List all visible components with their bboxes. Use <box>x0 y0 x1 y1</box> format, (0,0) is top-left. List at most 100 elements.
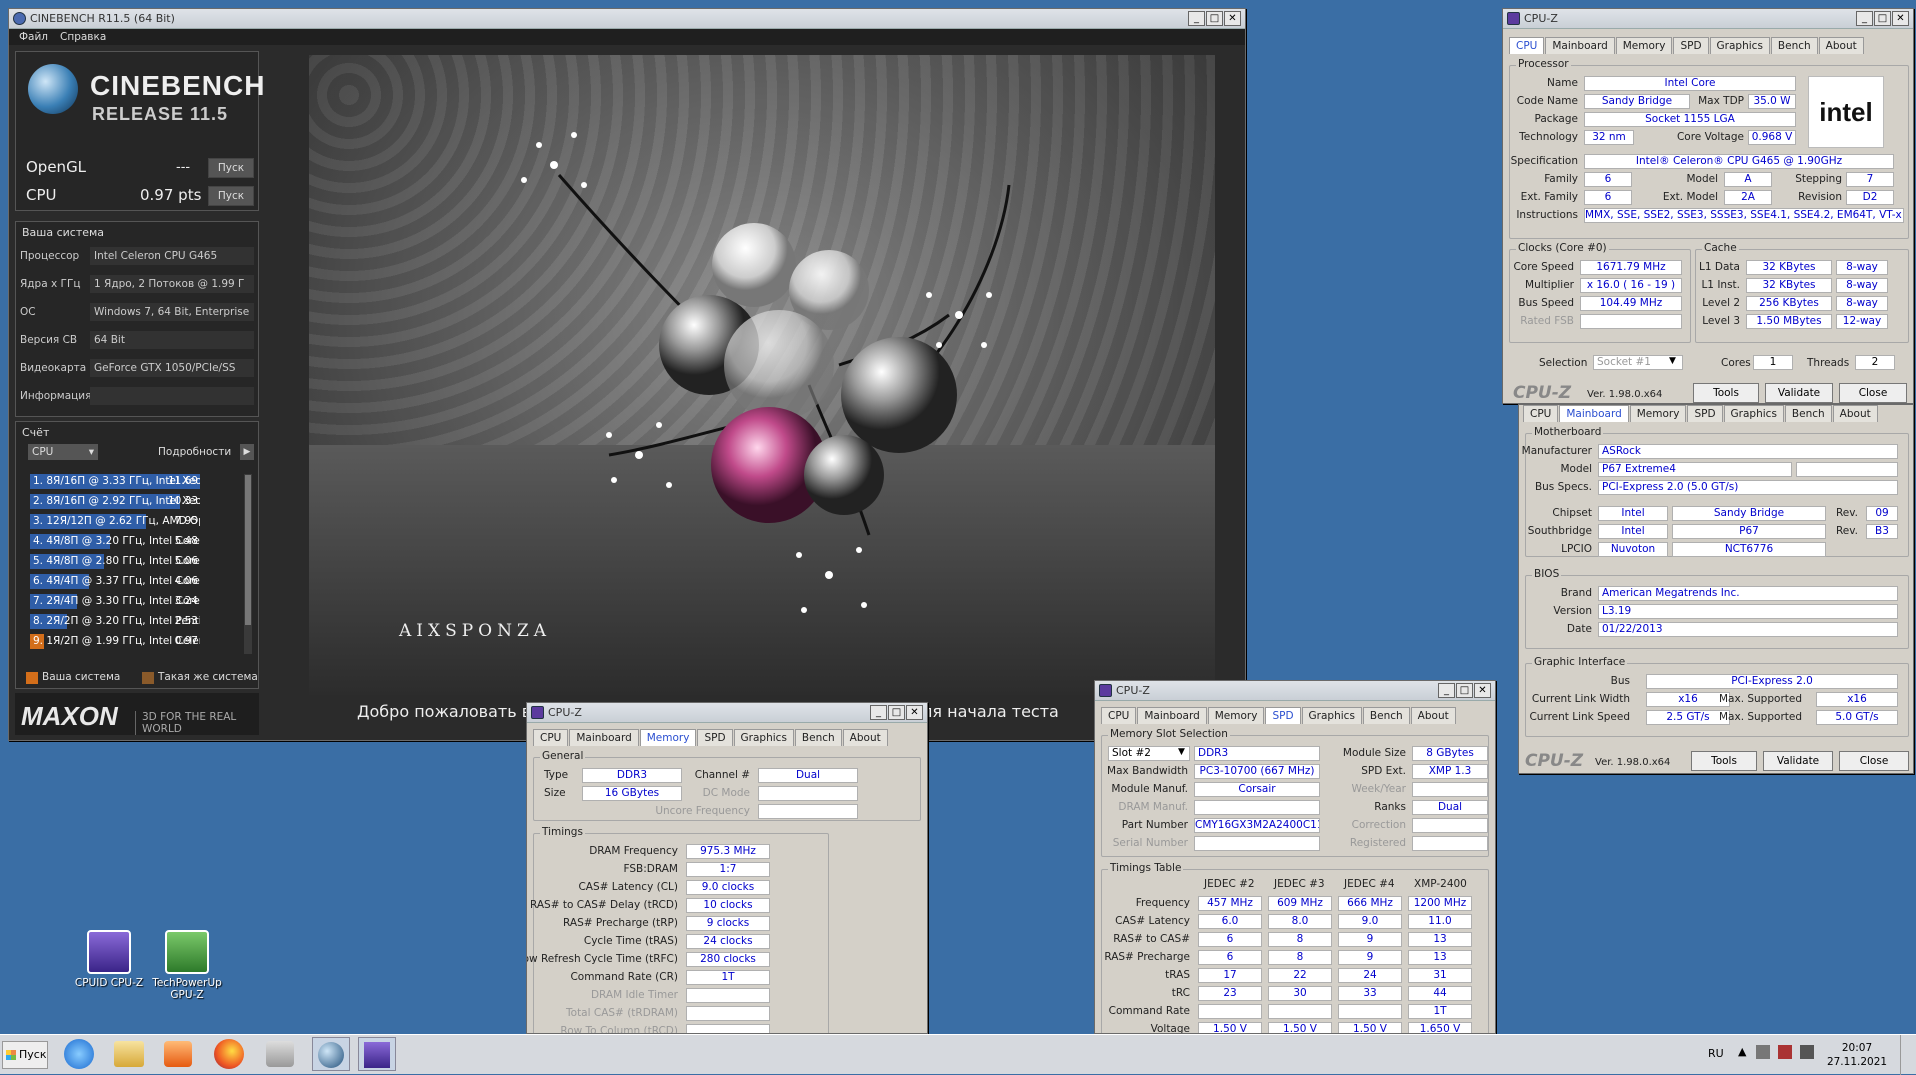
score-type-select[interactable]: CPU ▾ <box>28 444 98 460</box>
cinebench-titlebar[interactable]: CINEBENCH R11.5 (64 Bit) _ □ ✕ <box>9 9 1245 29</box>
firefox-icon[interactable] <box>214 1039 244 1069</box>
tab-graphics[interactable]: Graphics <box>1301 707 1362 724</box>
tab-memory[interactable]: Memory <box>639 729 697 746</box>
tab-about[interactable]: About <box>1832 405 1878 422</box>
dcmode-value <box>758 786 858 801</box>
clock[interactable]: 20:07 27.11.2021 <box>1822 1041 1892 1069</box>
cpuz-titlebar[interactable]: CPU-Z _ □ ✕ <box>1095 681 1495 701</box>
ranking-row[interactable]: 6. 4Я/4П @ 3.37 ГГц, Intel Core 2 4.06 <box>30 574 200 589</box>
tab-mainboard[interactable]: Mainboard <box>569 729 639 746</box>
validate-button[interactable]: Validate <box>1763 751 1833 771</box>
cpuz-version: Ver. 1.98.0.x64 <box>1587 389 1663 400</box>
tab-cpu[interactable]: CPU <box>533 729 569 746</box>
tab-spd[interactable]: SPD <box>1265 707 1301 724</box>
tab-cpu[interactable]: CPU <box>1523 405 1559 422</box>
tab-spd[interactable]: SPD <box>697 729 733 746</box>
cpu-run-button[interactable]: Пуск <box>208 186 254 206</box>
graphic-interface-title: Graphic Interface <box>1532 656 1628 668</box>
minimize-button[interactable]: _ <box>870 705 887 720</box>
start-button[interactable]: Пуск <box>2 1041 48 1069</box>
scissors-icon[interactable] <box>266 1041 294 1067</box>
tab-spd[interactable]: SPD <box>1687 405 1723 422</box>
close-button[interactable]: ✕ <box>906 705 923 720</box>
name-value: Intel Core <box>1584 76 1796 91</box>
tab-bench[interactable]: Bench <box>794 729 842 746</box>
timings-cell: 8 <box>1268 950 1332 965</box>
close-button[interactable]: ✕ <box>1224 11 1241 26</box>
minimize-button[interactable]: _ <box>1856 11 1873 26</box>
cpuz-taskbar-icon[interactable] <box>358 1037 396 1071</box>
tray-network-icon[interactable] <box>1756 1045 1770 1059</box>
cpuz-logo: CPU-Z <box>1513 383 1572 403</box>
tab-about[interactable]: About <box>1410 707 1456 724</box>
ie-icon[interactable] <box>64 1039 94 1069</box>
details-toggle-button[interactable]: ▶ <box>240 444 254 460</box>
maximize-button[interactable]: □ <box>1874 11 1891 26</box>
cpuz-titlebar[interactable]: CPU-Z _ □ ✕ <box>527 703 927 723</box>
chipset-rev: 09 <box>1866 506 1898 521</box>
tray-action-center-icon[interactable] <box>1778 1045 1792 1059</box>
show-desktop-button[interactable] <box>1900 1035 1914 1075</box>
timing-value: 9.0 clocks <box>686 880 770 895</box>
validate-button[interactable]: Validate <box>1765 383 1833 403</box>
tab-graphics[interactable]: Graphics <box>733 729 794 746</box>
l3-label: Level 3 <box>1702 315 1740 327</box>
ranking-row[interactable]: 8. 2Я/2П @ 3.20 ГГц, Intel Penti 2.53 <box>30 614 200 629</box>
close-button[interactable]: ✕ <box>1474 683 1491 698</box>
legend-own-swatch <box>26 672 38 684</box>
tab-graphics[interactable]: Graphics <box>1723 405 1784 422</box>
tab-about[interactable]: About <box>842 729 888 746</box>
family-label: Family <box>1544 173 1578 185</box>
tab-cpu[interactable]: CPU <box>1509 37 1545 54</box>
ranking-scrollbar[interactable] <box>244 474 252 654</box>
tray-volume-icon[interactable] <box>1800 1045 1814 1059</box>
language-indicator[interactable]: RU <box>1708 1047 1724 1060</box>
close-app-button[interactable]: Close <box>1839 751 1909 771</box>
tools-button[interactable]: Tools <box>1691 751 1757 771</box>
tab-memory[interactable]: Memory <box>1629 405 1687 422</box>
ranking-row[interactable]: 9. 1Я/2П @ 1.99 ГГц, Intel Celer 0.97 <box>30 634 200 649</box>
menu-help[interactable]: Справка <box>60 29 106 45</box>
desktop-icon-gpuz[interactable]: TechPowerUp GPU-Z <box>144 930 230 1001</box>
minimize-button[interactable]: _ <box>1188 11 1205 26</box>
menu-file[interactable]: Файл <box>19 29 48 45</box>
tab-mainboard[interactable]: Mainboard <box>1545 37 1615 54</box>
window-title: CPU-Z <box>1116 684 1150 697</box>
tab-bench[interactable]: Bench <box>1770 37 1818 54</box>
ranking-row[interactable]: 2. 8Я/16П @ 2.92 ГГц, Intel Xeo 10.33 <box>30 494 200 509</box>
media-player-icon[interactable] <box>164 1041 192 1067</box>
tab-bench[interactable]: Bench <box>1784 405 1832 422</box>
ranking-row[interactable]: 1. 8Я/16П @ 3.33 ГГц, Intel Xeo 11.69 <box>30 474 200 489</box>
maxbw-value: PC3-10700 (667 MHz) <box>1194 764 1320 779</box>
minimize-button[interactable]: _ <box>1438 683 1455 698</box>
close-app-button[interactable]: Close <box>1839 383 1907 403</box>
tab-spd[interactable]: SPD <box>1673 37 1709 54</box>
cpuz-titlebar[interactable]: CPU-Z _ □ ✕ <box>1503 9 1913 29</box>
ranking-row[interactable]: 4. 4Я/8П @ 3.20 ГГц, Intel Core i 5.48 <box>30 534 200 549</box>
maximize-button[interactable]: □ <box>888 705 905 720</box>
maximize-button[interactable]: □ <box>1456 683 1473 698</box>
tab-cpu[interactable]: CPU <box>1101 707 1137 724</box>
tab-bench[interactable]: Bench <box>1362 707 1410 724</box>
info-input[interactable] <box>90 386 254 405</box>
opengl-run-button[interactable]: Пуск <box>208 158 254 178</box>
maximize-button[interactable]: □ <box>1206 11 1223 26</box>
ranking-row[interactable]: 7. 2Я/4П @ 3.30 ГГц, Intel Core i 3.24 <box>30 594 200 609</box>
tab-about[interactable]: About <box>1818 37 1864 54</box>
system-key: ОС <box>20 305 36 318</box>
tab-memory[interactable]: Memory <box>1207 707 1265 724</box>
explorer-icon[interactable] <box>114 1041 144 1067</box>
tab-graphics[interactable]: Graphics <box>1709 37 1770 54</box>
size-label: Size <box>544 787 566 799</box>
timings-row-label: CAS# Latency <box>1115 915 1190 927</box>
tray-arrow-icon[interactable]: ▲ <box>1738 1045 1746 1058</box>
tab-memory[interactable]: Memory <box>1615 37 1673 54</box>
tab-mainboard[interactable]: Mainboard <box>1137 707 1207 724</box>
tab-mainboard[interactable]: Mainboard <box>1559 405 1629 422</box>
close-button[interactable]: ✕ <box>1892 11 1909 26</box>
ranking-row[interactable]: 3. 12Я/12П @ 2.62 ГГц, AMD Op 7.95 <box>30 514 200 529</box>
ranking-row[interactable]: 5. 4Я/8П @ 2.80 ГГц, Intel Core i 5.06 <box>30 554 200 569</box>
desktop-icon-cpuz[interactable]: CPUID CPU-Z <box>66 930 152 989</box>
cinebench-taskbar-icon[interactable] <box>312 1037 350 1071</box>
tools-button[interactable]: Tools <box>1693 383 1759 403</box>
